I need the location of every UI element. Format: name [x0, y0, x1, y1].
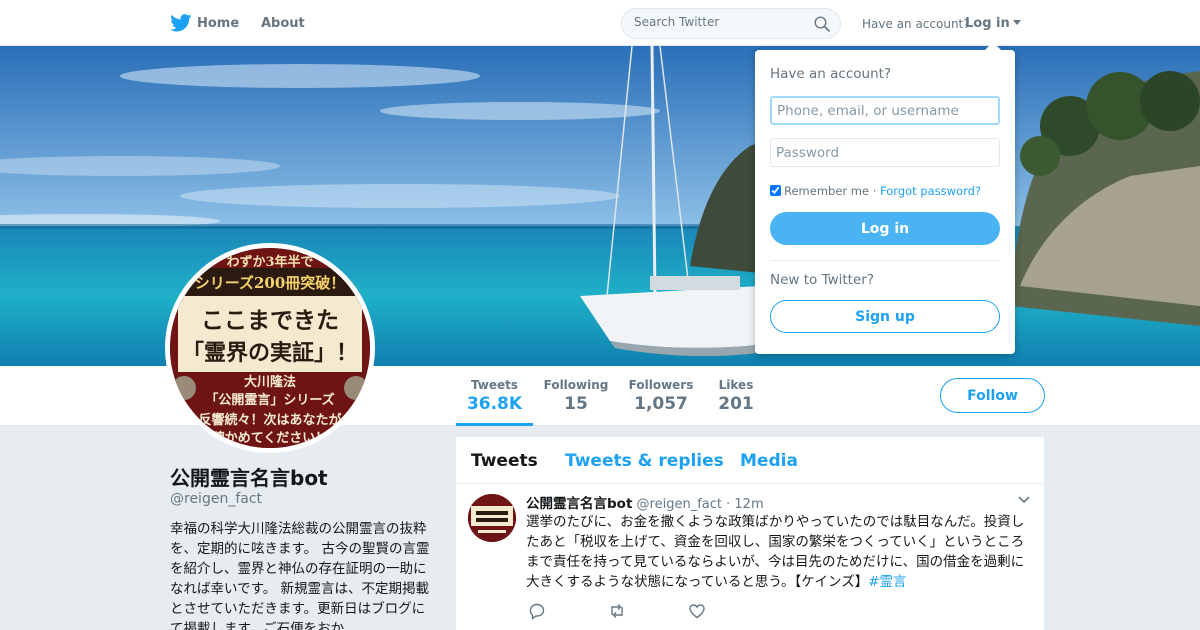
stat-tweets-label: Tweets [470, 378, 519, 392]
login-toggle-label: Log in [965, 16, 1010, 31]
login-dropdown: Have an account? Remember me · Forgot pa… [755, 42, 1015, 354]
avatar-text-line3: ここまできた [201, 307, 339, 334]
tab-tweets[interactable]: Tweets [471, 451, 538, 471]
timeline: Tweets Tweets & replies Media 公開霊言名言bot … [456, 437, 1044, 630]
tweet-header: 公開霊言名言bot @reigen_fact · 12m [526, 492, 764, 512]
stat-likes-label: Likes [718, 378, 754, 392]
avatar-book-cover: わずか3年半で シリーズ200冊突破！ ここまできた 「霊界の実証」！ 大川隆法… [170, 248, 370, 448]
nav-home-link[interactable]: Home [197, 16, 239, 31]
avatar-text-line8: 確かめてください！ [212, 430, 329, 446]
avatar-text-line4: 「霊界の実証」！ [182, 340, 358, 366]
search-input[interactable] [634, 15, 814, 29]
tab-tweets-replies[interactable]: Tweets & replies [565, 451, 724, 471]
caret-down-icon [1012, 20, 1021, 25]
tweet-author-handle[interactable]: @reigen_fact [637, 497, 722, 512]
stat-tweets[interactable]: Tweets 36.8K [456, 366, 533, 426]
profile-name[interactable]: 公開霊言名言bot [170, 462, 328, 491]
stat-likes-value: 201 [718, 394, 754, 414]
reply-icon[interactable] [528, 602, 546, 620]
remember-row: Remember me · Forgot password? [770, 184, 981, 198]
username-input[interactable] [770, 96, 1000, 125]
login-dropdown-toggle[interactable]: Log in [965, 16, 1021, 31]
profile-handle[interactable]: @reigen_fact [170, 491, 262, 507]
dropdown-divider [770, 260, 1000, 261]
forgot-password-link[interactable]: Forgot password? [880, 184, 981, 198]
stat-following[interactable]: Following 15 [540, 366, 612, 426]
stat-followers[interactable]: Followers 1,057 [626, 366, 696, 426]
chevron-down-icon[interactable] [1018, 496, 1030, 504]
new-to-twitter-text: New to Twitter? [770, 272, 874, 288]
tab-media[interactable]: Media [740, 451, 798, 471]
profile-avatar[interactable]: わずか3年半で シリーズ200冊突破！ ここまできた 「霊界の実証」！ 大川隆法… [165, 243, 375, 453]
search-icon[interactable] [814, 16, 830, 32]
stat-following-value: 15 [564, 394, 588, 414]
nav-about-link[interactable]: About [261, 16, 305, 31]
stat-tweets-value: 36.8K [466, 394, 523, 414]
password-input[interactable] [770, 138, 1000, 167]
timeline-tabs: Tweets Tweets & replies Media [456, 437, 1044, 484]
have-account-text: Have an account? [862, 17, 970, 31]
signup-button[interactable]: Sign up [770, 300, 1000, 333]
login-button[interactable]: Log in [770, 212, 1000, 245]
top-nav: Home About Have an account? Log in [0, 0, 1200, 46]
remember-me-checkbox[interactable] [770, 185, 781, 196]
twitter-bird-icon[interactable] [170, 14, 192, 32]
remember-me-label[interactable]: Remember me [784, 184, 869, 198]
tweet-text: 選挙のたびに、お金を撒くような政策ばかりやっていたのでは駄目なんだ。投資したあと… [526, 512, 1031, 592]
tweet-hashtag[interactable]: #霊言 [868, 574, 906, 590]
stat-followers-value: 1,057 [634, 394, 688, 414]
stat-following-label: Following [543, 378, 609, 392]
avatar-text-line2: シリーズ200冊突破！ [195, 274, 346, 292]
tweet-avatar-image [468, 494, 516, 542]
search-box [621, 8, 841, 39]
remember-separator: · [869, 184, 881, 198]
profile-bio: 幸福の科学大川隆法総裁の公開霊言の抜粋を、定期的に呟きます。 古今の聖賢の言霊を… [170, 521, 430, 630]
like-heart-icon[interactable] [688, 602, 706, 620]
stat-likes[interactable]: Likes 201 [711, 366, 761, 426]
stat-followers-label: Followers [628, 378, 694, 392]
avatar-text-line6: 「公開霊言」シリーズ [205, 392, 334, 408]
avatar-text-line5: 大川隆法 [244, 374, 296, 390]
login-dropdown-title: Have an account? [770, 66, 892, 82]
avatar-text-line1: わずか3年半で [226, 254, 313, 270]
tweet-avatar[interactable] [468, 494, 516, 542]
tweet-timestamp[interactable]: 12m [734, 497, 763, 512]
follow-button[interactable]: Follow [940, 378, 1045, 413]
retweet-icon[interactable] [608, 602, 626, 620]
tweet-author-name[interactable]: 公開霊言名言bot [526, 496, 632, 512]
tweet-item[interactable]: 公開霊言名言bot @reigen_fact · 12m 選挙のたびに、お金を撒… [456, 484, 1044, 630]
avatar-text-line7: 反響続々！次はあなたが [198, 412, 341, 428]
tweet-body: 選挙のたびに、お金を撒くような政策ばかりやっていたのでは駄目なんだ。投資したあと… [526, 514, 1025, 590]
